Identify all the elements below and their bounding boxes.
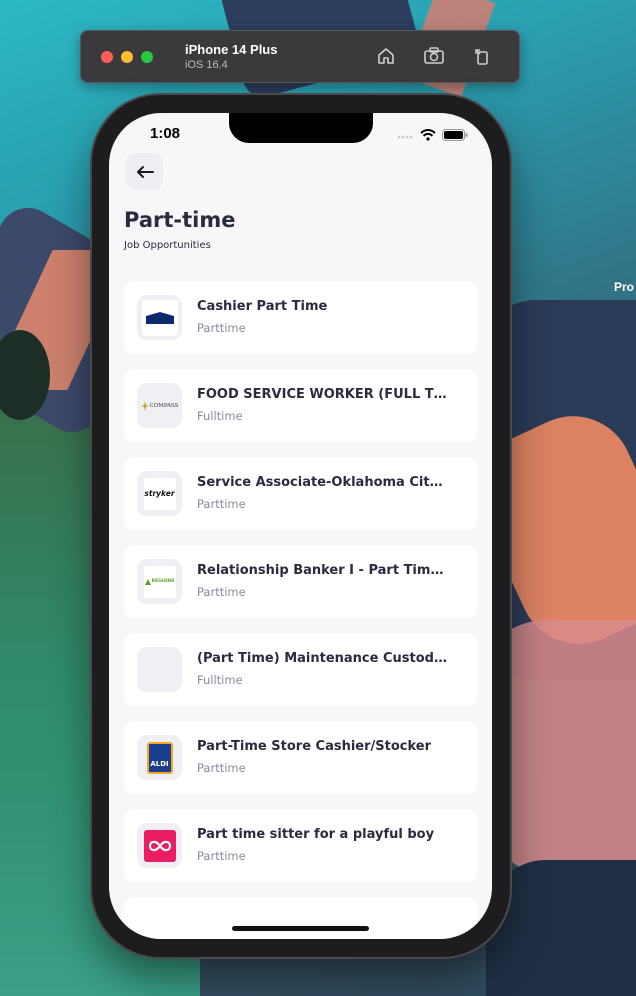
- job-type: Fulltime: [197, 409, 243, 423]
- rotate-icon[interactable]: [470, 44, 494, 68]
- job-card[interactable]: COMPASS FOOD SERVICE WORKER (FULL TIM...…: [124, 369, 478, 442]
- job-title: Part time sitter for a playful boy: [197, 827, 435, 842]
- window-controls: [101, 50, 153, 63]
- job-card[interactable]: stryker Service Associate-Oklahoma City,…: [124, 457, 478, 530]
- job-title: (Part Time) Maintenance Custodia...: [197, 651, 447, 666]
- background-partial-text: Pro: [613, 280, 634, 294]
- job-title: Service Associate-Oklahoma City,...: [197, 475, 447, 490]
- job-list: Cashier Part Time Parttime COMPASS FOOD …: [124, 281, 478, 939]
- job-card-partial[interactable]: [124, 897, 478, 939]
- walmart-style-logo-icon: [145, 311, 174, 324]
- regions-logo-text: REGIONS: [151, 579, 175, 584]
- job-title: FOOD SERVICE WORKER (FULL TIM...: [197, 387, 447, 402]
- back-button[interactable]: [126, 153, 163, 190]
- os-version: iOS 16.4: [185, 59, 228, 71]
- company-logo: [137, 295, 182, 340]
- arrow-left-icon: [136, 165, 154, 178]
- job-type: Parttime: [197, 497, 246, 511]
- phone-screen: 1:08 Part-time Job Opportunities Cashier…: [109, 113, 492, 939]
- screenshot-icon[interactable]: [422, 44, 446, 68]
- care-logo-icon: [148, 840, 171, 851]
- status-time: 1:08: [150, 125, 181, 142]
- job-type: Fulltime: [197, 673, 243, 687]
- company-logo: COMPASS: [137, 383, 182, 428]
- simulator-titles: iPhone 14 Plus iOS 16.4: [185, 42, 277, 71]
- regions-logo-icon: [144, 578, 151, 585]
- home-indicator[interactable]: [232, 926, 369, 931]
- company-logo: REGIONS: [137, 559, 182, 604]
- job-title: Cashier Part Time: [197, 299, 328, 314]
- job-card[interactable]: ALDI Part-Time Store Cashier/Stocker Par…: [124, 721, 478, 794]
- compass-logo-text: COMPASS: [149, 402, 179, 409]
- job-card[interactable]: Part time sitter for a playful boy Partt…: [124, 809, 478, 882]
- wifi-icon: [420, 126, 436, 145]
- close-window-button[interactable]: [101, 50, 113, 63]
- empty-logo-placeholder: [137, 647, 182, 692]
- job-card[interactable]: Cashier Part Time Parttime: [124, 281, 478, 354]
- dynamic-notch: [229, 113, 373, 143]
- job-type: Parttime: [197, 761, 246, 775]
- iphone-frame: 1:08 Part-time Job Opportunities Cashier…: [92, 95, 510, 957]
- page-title: Part-time: [124, 208, 236, 232]
- status-indicators: [396, 126, 468, 145]
- job-type: Parttime: [197, 849, 246, 863]
- job-card[interactable]: (Part Time) Maintenance Custodia... Full…: [124, 633, 478, 706]
- company-logo: ALDI: [137, 735, 182, 780]
- zoom-window-button[interactable]: [141, 50, 153, 63]
- job-title: Part-Time Store Cashier/Stocker: [197, 739, 432, 754]
- cellular-icon: [396, 126, 414, 145]
- job-type: Parttime: [197, 585, 246, 599]
- compass-logo-icon: [140, 400, 149, 411]
- job-title: Relationship Banker I - Part Time 3...: [197, 563, 447, 578]
- home-icon[interactable]: [374, 44, 398, 68]
- device-name: iPhone 14 Plus: [185, 42, 278, 57]
- minimize-window-button[interactable]: [121, 50, 133, 63]
- company-logo: [137, 823, 182, 868]
- page-subtitle: Job Opportunities: [124, 240, 211, 251]
- job-type: Parttime: [197, 321, 246, 335]
- job-card[interactable]: REGIONS Relationship Banker I - Part Tim…: [124, 545, 478, 618]
- company-logo: stryker: [137, 471, 182, 516]
- battery-icon: [442, 126, 468, 145]
- stryker-logo-text: stryker: [144, 489, 175, 498]
- simulator-toolbar: iPhone 14 Plus iOS 16.4: [80, 30, 520, 83]
- aldi-logo-text: ALDI: [150, 759, 169, 768]
